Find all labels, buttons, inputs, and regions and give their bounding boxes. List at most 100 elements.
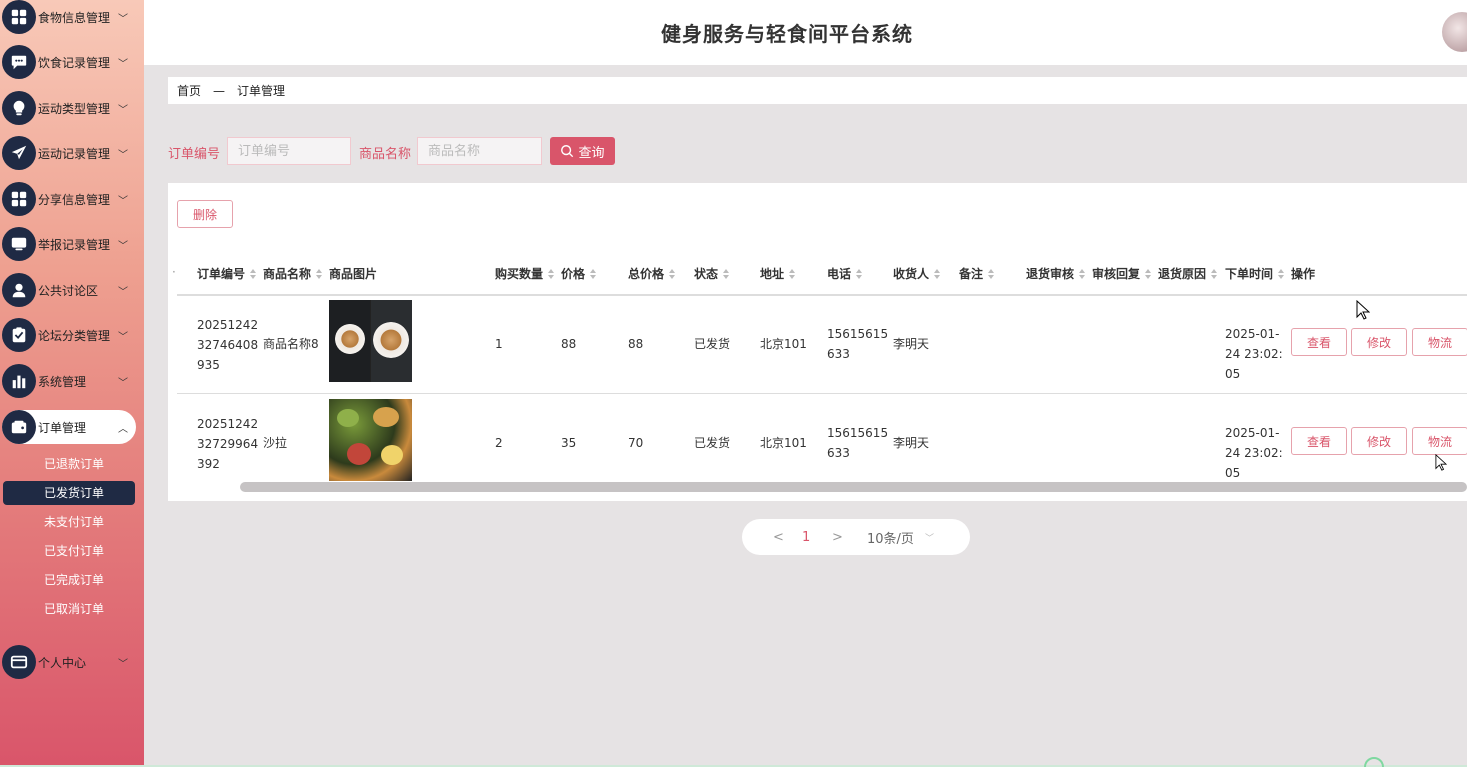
sidebar-item-report-record[interactable]: 举报记录管理 ﹀	[2, 227, 136, 261]
cell-quantity: 1	[495, 337, 503, 351]
col-order-time[interactable]: 下单时间	[1225, 265, 1286, 282]
chevron-down-icon: ﹀	[118, 104, 128, 116]
chevron-up-icon: ︿	[118, 423, 128, 435]
logistics-button[interactable]: 物流	[1412, 328, 1467, 356]
sort-icon[interactable]	[856, 268, 864, 279]
next-page-button[interactable]: >	[832, 530, 843, 545]
column-label: 商品名称	[263, 267, 312, 281]
product-image[interactable]	[329, 399, 412, 481]
monitor-icon	[2, 227, 36, 261]
sort-icon[interactable]	[988, 268, 996, 279]
col-status[interactable]: 状态	[694, 265, 731, 282]
page-size-select[interactable]: 10条/页	[867, 528, 914, 547]
col-price[interactable]: 价格	[561, 265, 598, 282]
col-total-price[interactable]: 总价格	[628, 265, 677, 282]
sidebar-item-food-info[interactable]: 食物信息管理 ﹀	[2, 0, 136, 34]
column-label: 收货人	[893, 267, 930, 281]
sidebar-item-label: 论坛分类管理	[38, 328, 111, 343]
chevron-down-icon: ﹀	[118, 149, 128, 161]
col-phone[interactable]: 电话	[827, 265, 864, 282]
column-label: 电话	[827, 267, 852, 281]
delete-button[interactable]: 删除	[177, 200, 233, 228]
sort-icon[interactable]	[723, 268, 731, 279]
sidebar-item-label: 个人中心	[38, 655, 87, 670]
column-label: 订单编号	[197, 267, 246, 281]
col-review-reply[interactable]: 审核回复	[1092, 265, 1153, 282]
order-no-input[interactable]	[227, 137, 351, 165]
sidebar-item-diet-record[interactable]: 饮食记录管理 ﹀	[2, 45, 136, 79]
product-name-input[interactable]	[417, 137, 542, 165]
col-product-name[interactable]: 商品名称	[263, 265, 324, 282]
col-receiver[interactable]: 收货人	[893, 265, 942, 282]
sidebar-item-public-forum[interactable]: 公共讨论区 ﹀	[2, 273, 136, 307]
sort-icon[interactable]	[789, 268, 797, 279]
edit-button[interactable]: 修改	[1351, 427, 1407, 455]
sidebar-subitem-unpaid[interactable]: 未支付订单	[3, 510, 135, 534]
sidebar-item-share-info[interactable]: 分享信息管理 ﹀	[2, 182, 136, 216]
search-button-label: 查询	[578, 144, 605, 160]
breadcrumb: 首页 — 订单管理	[168, 77, 1467, 104]
col-return-review[interactable]: 退货审核	[1026, 265, 1087, 282]
sidebar-item-orders[interactable]: 订单管理 ︿	[2, 410, 136, 444]
sidebar-item-label: 饮食记录管理	[38, 55, 111, 70]
sort-icon[interactable]	[934, 268, 942, 279]
edit-button[interactable]: 修改	[1351, 328, 1407, 356]
sidebar-item-personal-center[interactable]: 个人中心 ﹀	[2, 645, 136, 679]
search-button[interactable]: 查询	[550, 137, 615, 165]
chevron-down-icon: ﹀	[118, 331, 128, 343]
pagination: < 1 > 10条/页 ﹀	[742, 519, 970, 555]
sidebar-item-sport-record[interactable]: 运动记录管理 ﹀	[2, 136, 136, 170]
chevron-down-icon: ﹀	[118, 377, 128, 389]
cell-status: 已发货	[694, 337, 731, 351]
sidebar-subitem-completed[interactable]: 已完成订单	[3, 568, 135, 592]
sort-icon[interactable]	[1145, 268, 1153, 279]
column-label: 备注	[959, 267, 984, 281]
logistics-button[interactable]: 物流	[1412, 427, 1467, 455]
sidebar-subitem-shipped[interactable]: 已发货订单	[3, 481, 135, 505]
column-label: 总价格	[628, 267, 665, 281]
clipboard-icon	[2, 318, 36, 352]
table-card: 删除 · 订单编号 商品名称 商品图片 购买数量 价格 总价格 状态 地址 电话…	[168, 183, 1467, 501]
sidebar-item-system[interactable]: 系统管理 ﹀	[2, 364, 136, 398]
sort-icon[interactable]	[316, 268, 324, 279]
column-label: 购买数量	[495, 267, 544, 281]
cell-total-price: 88	[628, 337, 644, 351]
product-name-label: 商品名称	[359, 147, 412, 162]
sort-icon[interactable]	[1079, 268, 1087, 279]
sidebar-item-forum-category[interactable]: 论坛分类管理 ﹀	[2, 318, 136, 352]
sidebar-item-sport-type[interactable]: 运动类型管理 ﹀	[2, 91, 136, 125]
sidebar-subitem-refunded[interactable]: 已退款订单	[3, 452, 135, 476]
col-return-reason[interactable]: 退货原因	[1158, 265, 1219, 282]
chevron-down-icon: ﹀	[118, 58, 128, 70]
mouse-cursor-icon	[1435, 454, 1447, 471]
sort-icon[interactable]	[1278, 268, 1286, 279]
horizontal-scrollbar[interactable]	[240, 482, 1467, 492]
sidebar-subitem-paid[interactable]: 已支付订单	[3, 539, 135, 563]
sort-icon[interactable]	[548, 268, 556, 279]
breadcrumb-home[interactable]: 首页	[177, 82, 201, 99]
sort-icon[interactable]	[250, 268, 258, 279]
chevron-down-icon: ﹀	[118, 240, 128, 252]
chevron-down-icon: ﹀	[118, 286, 128, 298]
sidebar-subitem-cancelled[interactable]: 已取消订单	[3, 597, 135, 621]
chevron-down-icon: ﹀	[925, 533, 935, 544]
current-page[interactable]: 1	[802, 530, 810, 545]
col-order-no[interactable]: 订单编号	[197, 265, 258, 282]
sort-icon[interactable]	[590, 268, 598, 279]
sort-icon[interactable]	[669, 268, 677, 279]
view-button[interactable]: 查看	[1291, 427, 1347, 455]
product-image[interactable]	[329, 300, 412, 382]
col-remark[interactable]: 备注	[959, 265, 996, 282]
cell-order-no: 2025124232729964392	[197, 417, 259, 471]
col-quantity[interactable]: 购买数量	[495, 265, 556, 282]
prev-page-button[interactable]: <	[773, 530, 784, 545]
view-button[interactable]: 查看	[1291, 328, 1347, 356]
cell-address: 北京101	[760, 436, 807, 450]
grid-icon	[2, 182, 36, 216]
cell-total-price: 70	[628, 436, 644, 450]
col-address[interactable]: 地址	[760, 265, 797, 282]
user-icon	[2, 273, 36, 307]
order-no-label: 订单编号	[168, 147, 221, 162]
sort-icon[interactable]	[1211, 268, 1219, 279]
column-label: 下单时间	[1225, 267, 1274, 281]
